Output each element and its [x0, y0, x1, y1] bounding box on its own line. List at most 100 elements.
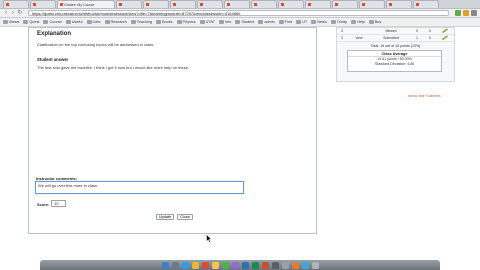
favicon-icon [362, 3, 365, 6]
score-input[interactable]: 10 [51, 200, 66, 207]
favicon-icon [389, 3, 392, 6]
bookmark-item[interactable]: Info [219, 20, 231, 24]
favicon-icon [281, 3, 284, 6]
calendar-icon[interactable] [201, 261, 209, 269]
bookmark-item[interactable]: Help [350, 20, 365, 24]
menu-icon[interactable] [471, 10, 477, 16]
bookmark-label: Useful [71, 20, 83, 24]
bookmark-item[interactable]: Bus [368, 20, 381, 24]
bookmark-item[interactable]: Trinity [330, 20, 347, 24]
bookmark-item[interactable]: Course [43, 20, 62, 24]
grade-table: 3 Missed 0 0 3 view Submitted 1 0 [337, 28, 454, 42]
browser-tab[interactable] [413, 0, 439, 8]
browser-tab[interactable] [197, 0, 223, 8]
safari-icon[interactable] [181, 261, 189, 269]
browser-tab[interactable] [278, 0, 304, 8]
folder-icon [330, 20, 336, 24]
address-bar[interactable]: https://quest.cns.utexas.edu/instructor/… [28, 10, 449, 16]
bookmark-item[interactable]: Teaching [130, 20, 152, 24]
word-icon[interactable] [241, 261, 249, 269]
update-button[interactable]: Update [156, 214, 174, 220]
reload-icon[interactable]: ↻ [17, 10, 23, 16]
messages-icon[interactable] [221, 261, 229, 269]
bookmark-item[interactable]: News [311, 20, 327, 24]
bookmark-item[interactable]: Jobs [86, 20, 101, 24]
system-preferences-icon[interactable] [281, 261, 289, 269]
url-text: https://quest.cns.utexas.edu/instructor/… [32, 10, 241, 16]
app-icon[interactable] [291, 261, 299, 269]
back-icon[interactable]: ‹ [3, 10, 9, 16]
browser-tab[interactable] [386, 0, 412, 8]
browser-tab[interactable] [3, 0, 29, 8]
browser-tab[interactable] [30, 0, 56, 8]
instructor-comments-value: We will go over this more in class [38, 183, 98, 188]
bookmark-item[interactable]: Student [235, 20, 254, 24]
bookmark-item[interactable]: admin [258, 20, 275, 24]
browser-tab[interactable] [305, 0, 331, 8]
edit-action[interactable] [437, 28, 453, 34]
show-late-submits-link[interactable]: show late Submits [408, 93, 440, 98]
extension-icon[interactable] [455, 10, 461, 16]
bookmark-label: UT [302, 20, 308, 24]
browser-tab[interactable] [224, 0, 250, 8]
row-extra: 0 [429, 36, 431, 40]
browser-tab[interactable] [332, 0, 358, 8]
row-score: 0 [416, 29, 418, 33]
table-row: 3 view Submitted 1 0 [337, 35, 454, 42]
folder-icon [104, 20, 110, 24]
bookmark-label: Books [161, 20, 173, 24]
app-icon[interactable] [301, 261, 309, 269]
bookmark-item[interactable]: Useful [65, 20, 83, 24]
row-extra: 0 [429, 29, 431, 33]
folder-icon [350, 20, 356, 24]
browser-tab[interactable] [251, 0, 277, 8]
card-title: Explanation [37, 31, 72, 37]
favicon-icon [200, 3, 203, 6]
bookmark-item[interactable]: Quest [23, 20, 39, 24]
bookmark-label: Teaching [136, 20, 152, 24]
browser-tab-active[interactable]: Grades: My Course [57, 0, 115, 8]
folder-icon [176, 20, 182, 24]
close-button[interactable]: Close [177, 214, 193, 220]
bookmark-item[interactable]: iNews [3, 20, 19, 24]
terminal-icon[interactable] [271, 261, 279, 269]
folder-icon [311, 20, 317, 24]
student-answer-label: Student answer [37, 57, 69, 62]
browser-tab[interactable] [143, 0, 169, 8]
folder-icon [23, 20, 29, 24]
bookmark-label: Quest [29, 20, 40, 24]
itunes-icon[interactable] [231, 261, 239, 269]
row-number: 3 [341, 36, 343, 40]
bookmark-item[interactable]: Physics [176, 20, 196, 24]
extension-icon[interactable] [463, 10, 469, 16]
browser-tab[interactable] [170, 0, 196, 8]
browser-tab[interactable] [116, 0, 142, 8]
excel-icon[interactable] [251, 261, 259, 269]
launchpad-icon[interactable] [171, 261, 179, 269]
forward-icon[interactable]: › [10, 10, 16, 16]
row-score: 1 [416, 36, 418, 40]
favicon-icon [308, 3, 311, 6]
finder-icon[interactable] [161, 261, 169, 269]
bookmark-item[interactable]: UTAT [199, 20, 215, 24]
instructor-comments-field[interactable]: We will go over this more in class [35, 181, 244, 194]
chrome-icon[interactable] [191, 261, 199, 269]
folder-icon [130, 20, 136, 24]
bookmark-item[interactable]: UT [296, 20, 307, 24]
favicon-icon [416, 3, 419, 6]
notes-icon[interactable] [211, 261, 219, 269]
bookmark-label: Physics [182, 20, 196, 24]
total-score: Total: 16 out of 16 points (13%) [370, 44, 421, 48]
bookmark-label: iNews [9, 20, 20, 24]
folder-icon [3, 20, 8, 24]
grade-summary-panel: 3 Missed 0 0 3 view Submitted 1 0 Total:… [336, 27, 455, 82]
browser-tab[interactable] [359, 0, 385, 8]
powerpoint-icon[interactable] [261, 261, 269, 269]
edit-action[interactable] [437, 35, 453, 41]
trash-icon[interactable] [311, 261, 319, 269]
folder-icon [235, 20, 241, 24]
view-link[interactable]: view [347, 36, 371, 40]
bookmark-item[interactable]: Find [278, 20, 292, 24]
bookmark-item[interactable]: Books [155, 20, 173, 24]
bookmark-item[interactable]: Research [104, 20, 127, 24]
